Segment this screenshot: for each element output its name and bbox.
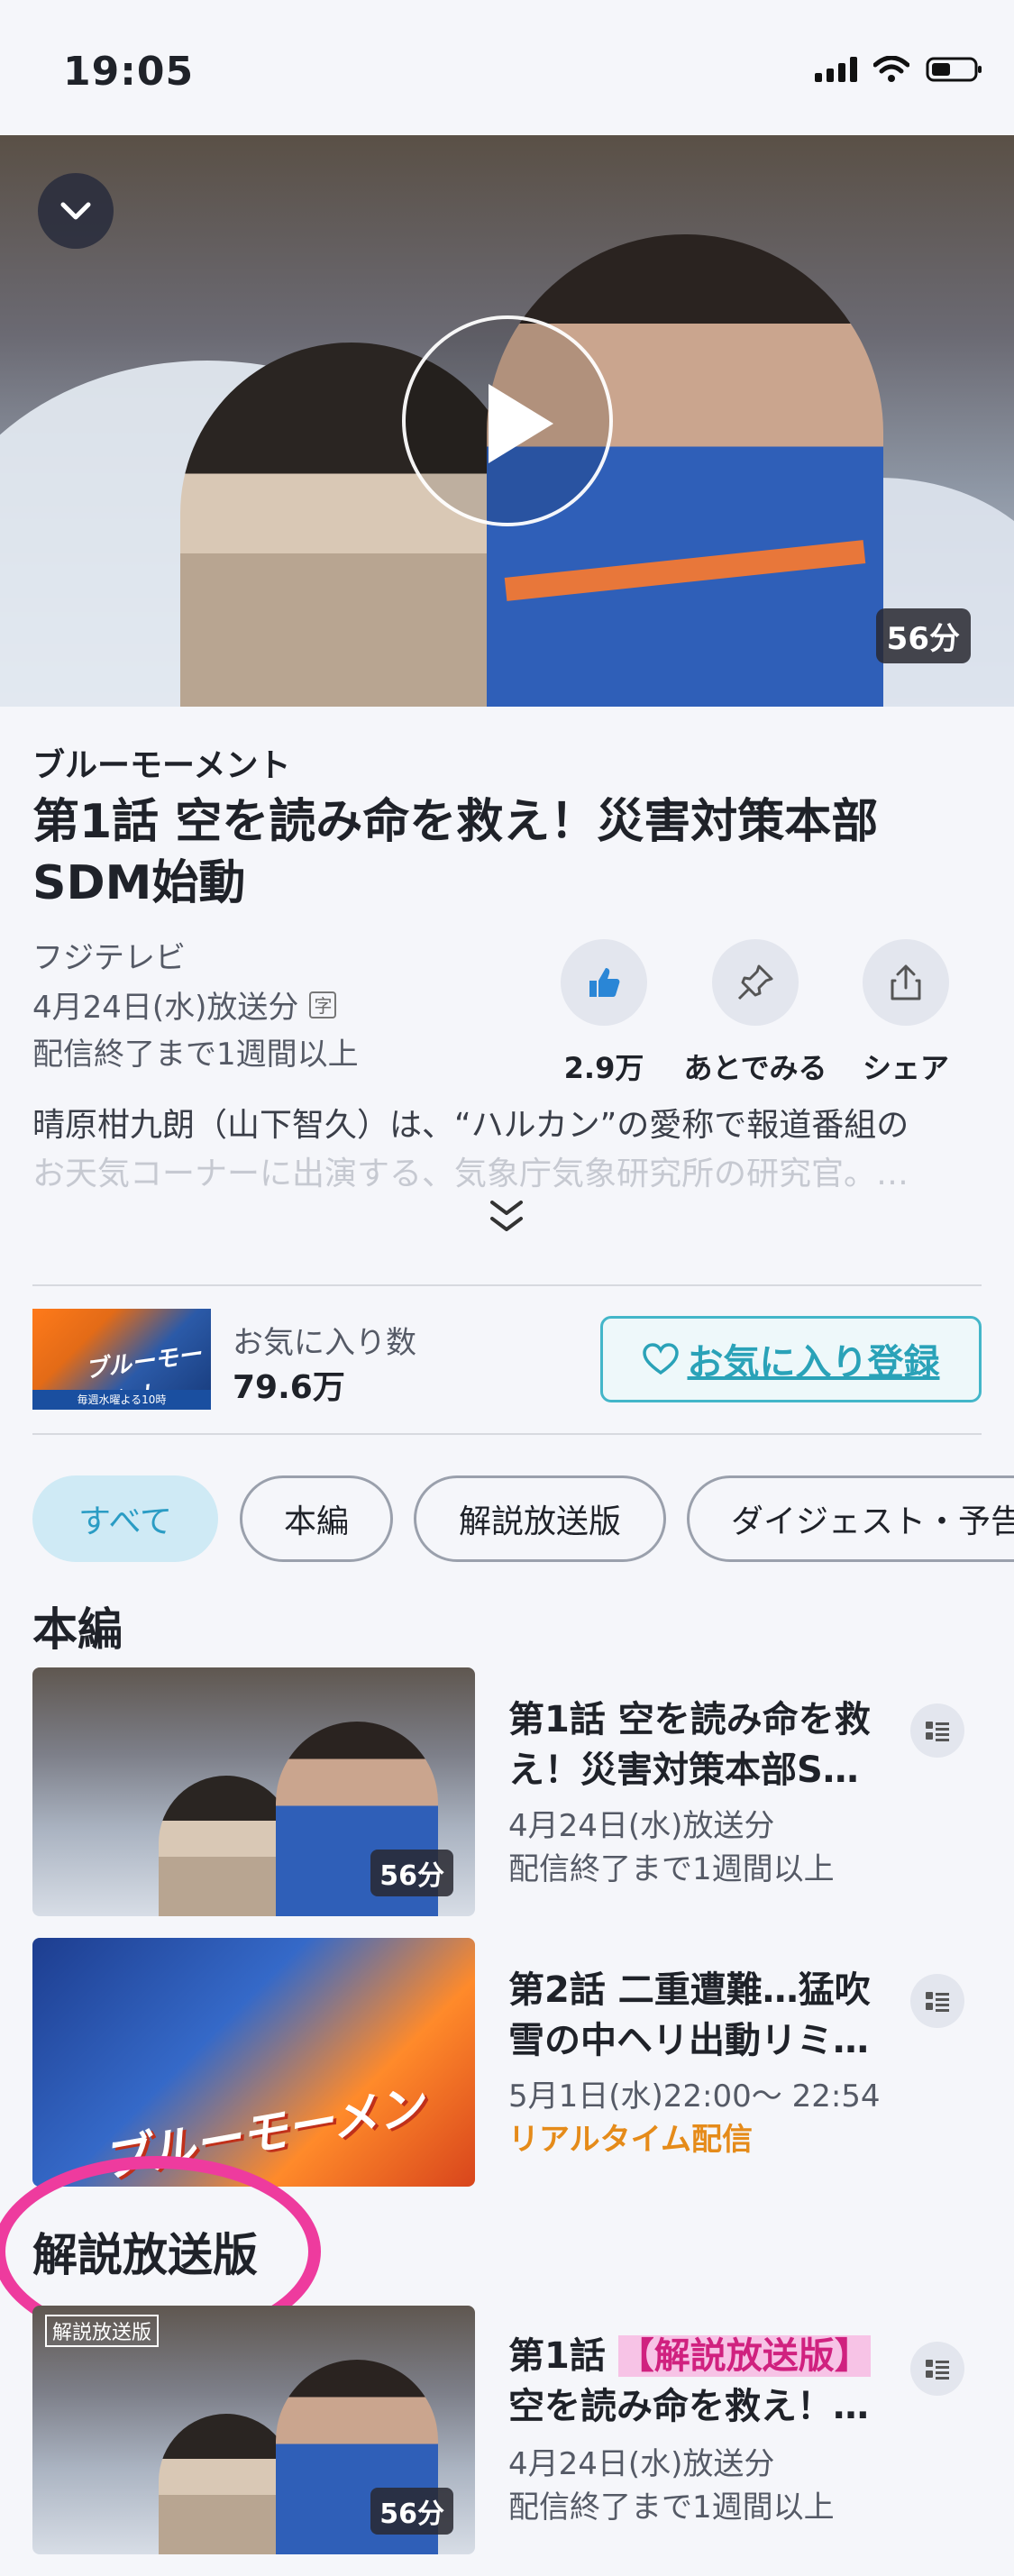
share-label: シェア [862, 1051, 949, 1085]
description-line: 晴原柑九朗（山下智久）は、“ハルカン”の愛称で報道番組の [32, 1107, 909, 1144]
availability-text: 配信終了まで1週間以上 [32, 1037, 359, 1073]
list-detail-icon [926, 1992, 949, 2012]
episode-details-button[interactable] [910, 1974, 964, 2028]
episode-details-button[interactable] [910, 2342, 964, 2396]
list-detail-icon [926, 1722, 949, 1741]
chip-digest[interactable]: ダイジェスト・予告 [687, 1475, 1014, 1562]
episode-title-prefix: 第1話 [508, 2335, 618, 2377]
episode-thumbnail[interactable]: 解説放送版 56分 [32, 2306, 475, 2554]
description-line: お天気コーナーに出演する、気象庁気象研究所の研究官。… [32, 1156, 909, 1192]
description: 晴原柑九朗（山下智久）は、“ハルカン”の愛称で報道番組の お天気コーナーに出演す… [32, 1101, 988, 1199]
thumbs-up-icon [561, 939, 647, 1026]
collapse-button[interactable] [38, 173, 114, 249]
status-icons [815, 56, 983, 83]
favorite-count-label: お気に入り数 [233, 1325, 416, 1361]
chevron-down-icon [60, 202, 91, 220]
play-button[interactable] [402, 315, 613, 526]
live-stream-label: リアルタイム配信 [508, 2122, 753, 2158]
duration-badge: 56分 [875, 608, 971, 663]
airdate: 4月24日(水)放送分 字 [32, 982, 337, 1027]
status-bar: 19:05 [0, 0, 1014, 135]
channel-name: フジテレビ [32, 940, 186, 976]
series-name[interactable]: ブルーモーメント [32, 739, 291, 786]
pin-icon [712, 939, 799, 1026]
episode-title-rest: 空を読み命を救え！… [508, 2386, 869, 2427]
heart-icon [642, 1343, 679, 1375]
status-time: 19:05 [63, 49, 195, 95]
add-favorite-label: お気に入り登録 [687, 1342, 940, 1384]
airdate-text: 4月24日(水)放送分 [32, 990, 299, 1026]
duration-badge: 56分 [370, 1850, 453, 1896]
share-button[interactable]: シェア [816, 939, 996, 1087]
episode-title[interactable]: 第1話 【解説放送版】 空を読み命を救え！… [508, 2331, 905, 2432]
video-player[interactable]: 56分 [0, 135, 1014, 707]
episode-details-button[interactable] [910, 1704, 964, 1758]
episode-title[interactable]: 第2話 二重遭難…猛吹雪の中ヘリ出動リミ… [508, 1965, 905, 2066]
wifi-icon [873, 56, 909, 82]
thumbnail-ribbon: 毎週水曜よる10時 [32, 1390, 211, 1410]
section-title-main: 本編 [32, 1603, 123, 1656]
episode-airdate: 4月24日(水)放送分 [508, 2446, 775, 2482]
divider [32, 1284, 982, 1286]
list-detail-icon [926, 2360, 949, 2380]
battery-icon [926, 57, 982, 82]
expand-description-icon[interactable] [487, 1199, 526, 1235]
chip-main[interactable]: 本編 [240, 1475, 393, 1562]
filter-chips: すべて 本編 解説放送版 ダイジェスト・予告 [32, 1475, 1014, 1562]
chip-all[interactable]: すべて [32, 1475, 218, 1562]
section-title-audio-description: 解説放送版 [32, 2229, 258, 2281]
episode-thumbnail[interactable]: ブルーモーメント [32, 1938, 475, 2187]
episode-airtime: 5月1日(水)22:00～ 22:54 [508, 2078, 881, 2115]
subtitle-icon: 字 [309, 991, 337, 1019]
episode-title[interactable]: 第1話 空を読み命を救え！災害対策本部S… [508, 1694, 905, 1795]
series-thumbnail[interactable]: ブルーモーメント 毎週水曜よる10時 [32, 1309, 211, 1410]
poster-logo: ブルーモーメント [97, 2078, 429, 2187]
audio-description-tag: 解説放送版 [45, 2315, 160, 2347]
episode-availability: 配信終了まで1週間以上 [508, 2489, 835, 2526]
episode-availability: 配信終了まで1週間以上 [508, 1851, 835, 1887]
favorite-count: 79.6万 [233, 1369, 345, 1406]
add-favorite-button[interactable]: お気に入り登録 [600, 1316, 982, 1402]
cellular-signal-icon [815, 57, 857, 82]
episode-airdate: 4月24日(水)放送分 [508, 1808, 775, 1844]
divider [32, 1433, 982, 1435]
episode-thumbnail[interactable]: 56分 [32, 1667, 475, 1916]
episode-title-highlight: 【解説放送版】 [617, 2335, 871, 2377]
chip-audio-description[interactable]: 解説放送版 [414, 1475, 666, 1562]
episode-title: 第1話 空を読み命を救え！災害対策本部SDM始動 [32, 795, 879, 910]
duration-badge: 56分 [370, 2488, 453, 2535]
share-icon [863, 939, 949, 1026]
